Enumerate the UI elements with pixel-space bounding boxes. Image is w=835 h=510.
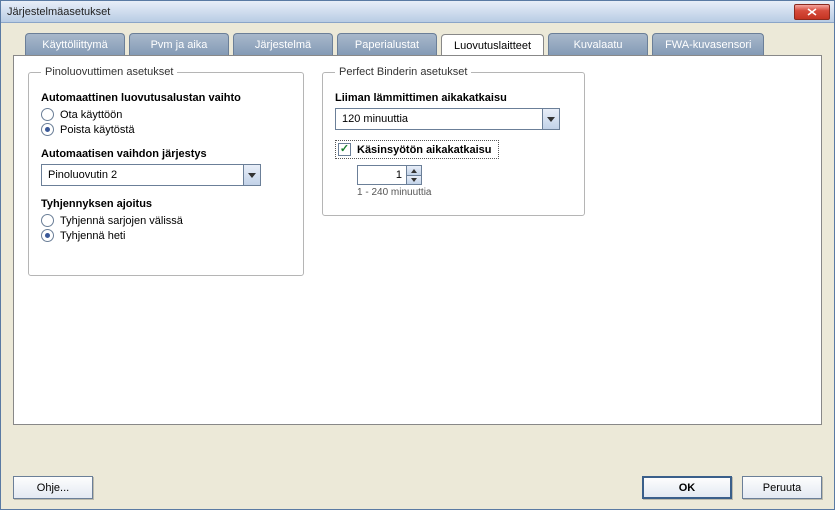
radio-icon <box>41 108 54 121</box>
radio-icon <box>41 214 54 227</box>
auto-switch-enable-label: Ota käyttöön <box>60 109 122 121</box>
unload-timing-label: Tyhjennyksen ajoitus <box>41 198 291 210</box>
dialog-button-bar: Ohje... OK Peruuta <box>13 476 822 499</box>
tab-strip: Käyttöliittymä Pvm ja aika Järjestelmä P… <box>13 33 822 56</box>
spinner-buttons <box>407 165 422 185</box>
unload-between-sets-label: Tyhjennä sarjojen välissä <box>60 215 183 227</box>
close-button[interactable] <box>794 4 830 20</box>
close-icon <box>807 8 817 16</box>
glue-timeout-value: 120 minuuttia <box>336 109 542 129</box>
spinner-up-button[interactable] <box>407 166 421 175</box>
unload-immediately-label: Tyhjennä heti <box>60 230 125 242</box>
auto-switch-label: Automaattinen luovutusalustan vaihto <box>41 92 291 104</box>
chevron-up-icon <box>411 169 417 173</box>
radio-icon <box>41 123 54 136</box>
tab-imagequality[interactable]: Kuvalaatu <box>548 33 648 56</box>
unload-immediately-row[interactable]: Tyhjennä heti <box>41 229 291 242</box>
ok-button[interactable]: OK <box>642 476 732 499</box>
manual-feed-spinner <box>357 165 572 185</box>
tab-papertrays[interactable]: Paperialustat <box>337 33 437 56</box>
binder-settings-group: Perfect Binderin asetukset Liiman lämmit… <box>322 66 585 216</box>
switch-order-value: Pinoluovutin 2 <box>42 165 243 185</box>
spinner-down-button[interactable] <box>407 175 421 184</box>
stacker-legend: Pinoluovuttimen asetukset <box>41 66 177 78</box>
unload-between-sets-row[interactable]: Tyhjennä sarjojen välissä <box>41 214 291 227</box>
glue-timeout-combo[interactable]: 120 minuuttia <box>335 108 560 130</box>
chevron-down-icon <box>547 117 555 122</box>
manual-feed-hint: 1 - 240 minuuttia <box>357 187 572 198</box>
binder-legend: Perfect Binderin asetukset <box>335 66 471 78</box>
tab-datetime[interactable]: Pvm ja aika <box>129 33 229 56</box>
manual-feed-label: Käsinsyötön aikakatkaisu <box>357 144 492 156</box>
tab-fwa[interactable]: FWA-kuvasensori <box>652 33 764 56</box>
auto-switch-disable-label: Poista käytöstä <box>60 124 135 136</box>
radio-icon <box>41 229 54 242</box>
dialog-content: Käyttöliittymä Pvm ja aika Järjestelmä P… <box>1 23 834 509</box>
manual-feed-checkbox-row[interactable]: Käsinsyötön aikakatkaisu <box>335 140 499 159</box>
chevron-down-icon <box>248 173 256 178</box>
combo-dropdown-button[interactable] <box>542 109 559 129</box>
glue-timeout-label: Liiman lämmittimen aikakatkaisu <box>335 92 572 104</box>
switch-order-combo[interactable]: Pinoluovutin 2 <box>41 164 261 186</box>
combo-dropdown-button[interactable] <box>243 165 260 185</box>
stacker-settings-group: Pinoluovuttimen asetukset Automaattinen … <box>28 66 304 276</box>
settings-dialog: Järjestelmäasetukset Käyttöliittymä Pvm … <box>0 0 835 510</box>
switch-order-label: Automaatisen vaihdon järjestys <box>41 148 291 160</box>
tab-ui[interactable]: Käyttöliittymä <box>25 33 125 56</box>
manual-feed-input[interactable] <box>357 165 407 185</box>
chevron-down-icon <box>411 178 417 182</box>
checkbox-icon <box>338 143 351 156</box>
cancel-button[interactable]: Peruuta <box>742 476 822 499</box>
auto-switch-disable-row[interactable]: Poista käytöstä <box>41 123 291 136</box>
window-title: Järjestelmäasetukset <box>5 6 794 18</box>
tab-panel-output: Pinoluovuttimen asetukset Automaattinen … <box>13 55 822 425</box>
tab-system[interactable]: Järjestelmä <box>233 33 333 56</box>
tab-output[interactable]: Luovutuslaitteet <box>441 34 544 57</box>
help-button[interactable]: Ohje... <box>13 476 93 499</box>
auto-switch-enable-row[interactable]: Ota käyttöön <box>41 108 291 121</box>
titlebar: Järjestelmäasetukset <box>1 1 834 23</box>
